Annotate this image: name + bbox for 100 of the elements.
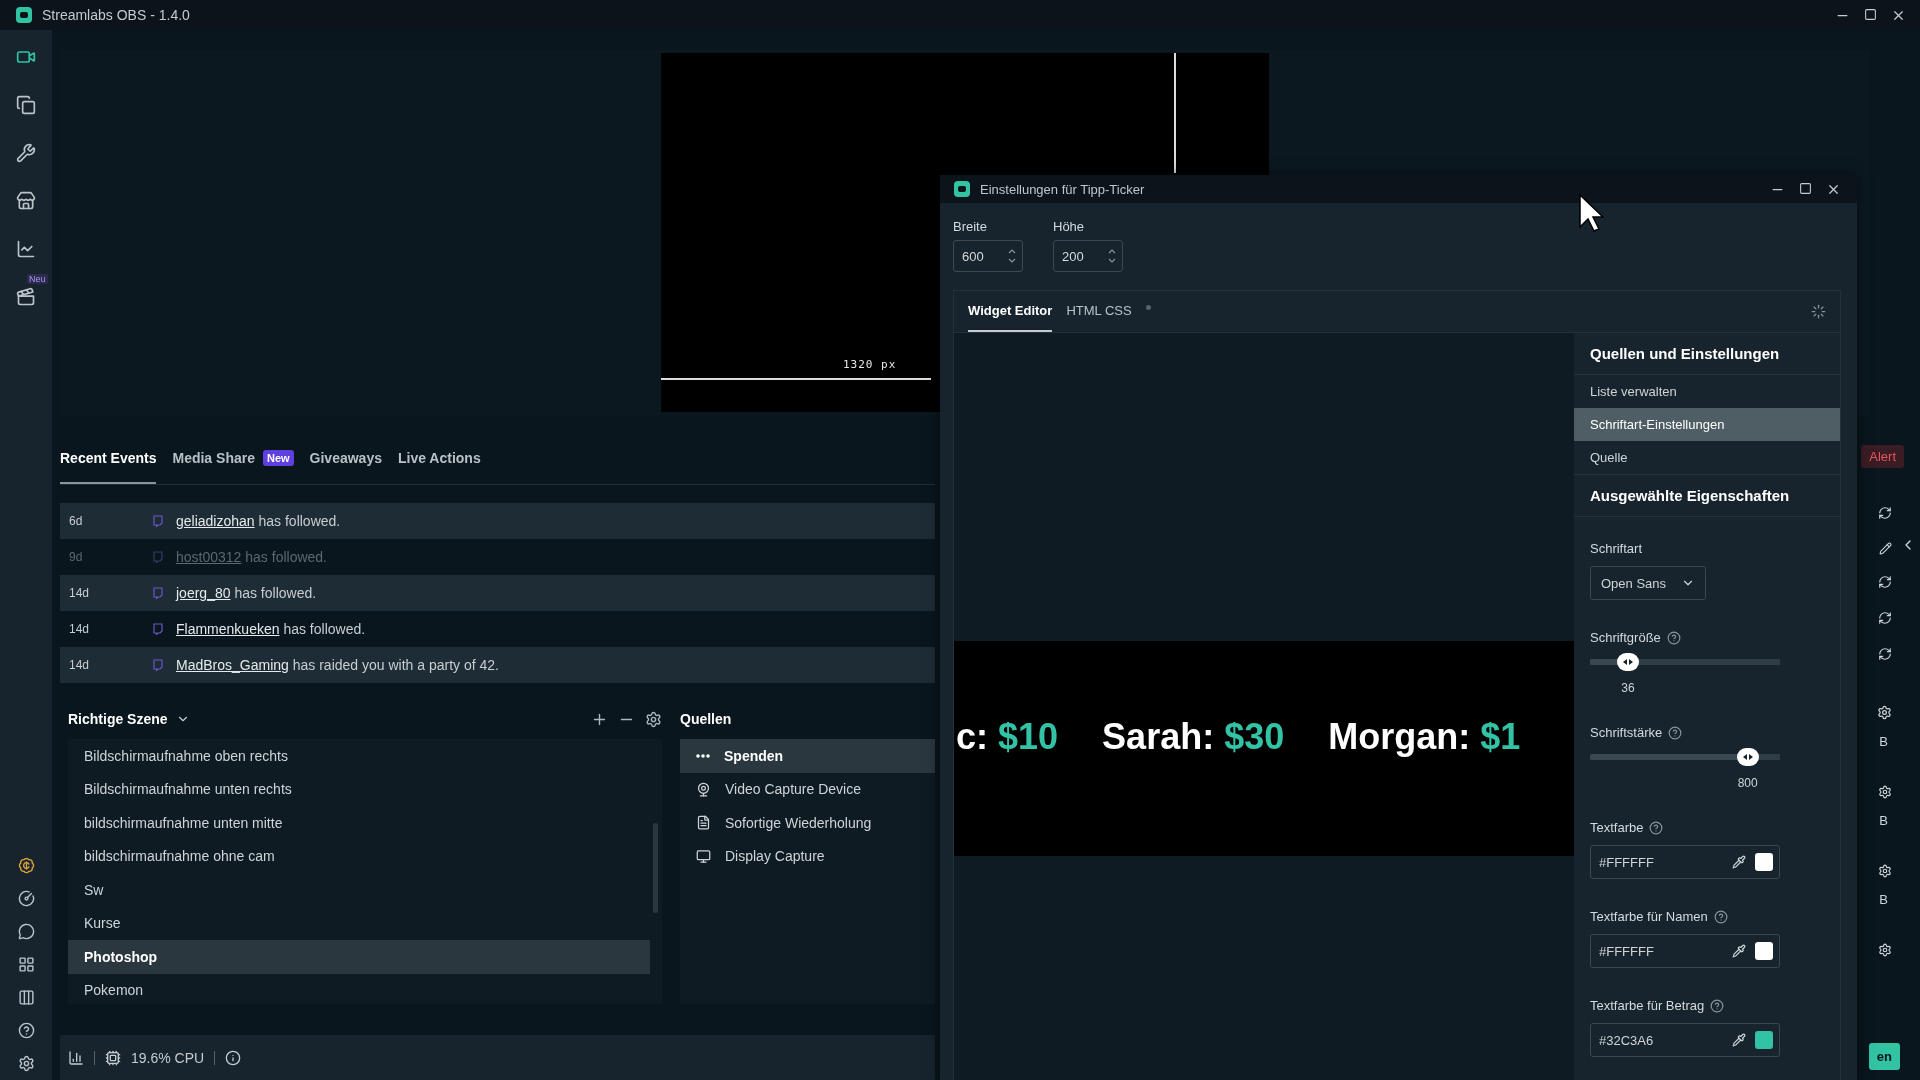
- line-chart-icon: [16, 239, 36, 259]
- ticker-entry: Sarah: $30: [1102, 715, 1285, 758]
- color-swatch[interactable]: [1755, 1031, 1773, 1049]
- font-select[interactable]: Open Sans: [1590, 566, 1706, 600]
- new-badge: New: [262, 450, 294, 466]
- slider-thumb[interactable]: [1736, 748, 1759, 766]
- event-tab[interactable]: Giveaways: [309, 450, 382, 484]
- eyedropper-icon[interactable]: [1732, 1033, 1746, 1047]
- settings-nav-item[interactable]: Liste verwalten: [1574, 375, 1840, 408]
- field-label: Textfarbe für Betrag: [1590, 998, 1705, 1013]
- help-icon[interactable]: [1713, 909, 1728, 924]
- event-tab[interactable]: Media Share New: [172, 450, 294, 484]
- scene-item[interactable]: Kurse: [68, 906, 650, 940]
- number-field[interactable]: 200: [1053, 240, 1123, 272]
- scene-item[interactable]: bildschirmaufnahme ohne cam: [68, 839, 650, 873]
- settings-nav-item[interactable]: Schriftart-Einstellungen: [1574, 408, 1840, 441]
- color-swatch[interactable]: [1755, 942, 1773, 960]
- source-item[interactable]: Sofortige Wiederholung: [680, 806, 935, 840]
- eyedropper-icon[interactable]: [1732, 855, 1746, 869]
- window-title: Streamlabs OBS - 1.4.0: [42, 7, 191, 23]
- user-link[interactable]: joerg_80: [176, 585, 231, 601]
- action-button[interactable]: en: [1868, 1043, 1900, 1070]
- settings-icon[interactable]: [1877, 705, 1892, 720]
- chat-bubble-icon: [152, 623, 164, 635]
- settings-icon[interactable]: [645, 710, 662, 728]
- source-item[interactable]: Video Capture Device: [680, 772, 935, 806]
- scene-selector[interactable]: Richtige Szene: [68, 711, 168, 727]
- refresh-icon[interactable]: [1878, 506, 1892, 520]
- gauge-icon: [17, 890, 35, 907]
- grid-icon: [17, 956, 35, 973]
- event-age: 6d: [69, 514, 84, 528]
- event-tab[interactable]: Recent Events: [60, 450, 157, 484]
- dots-icon: [696, 753, 710, 758]
- scene-item[interactable]: bildschirmaufnahme unten mitte: [68, 806, 650, 840]
- scene-item[interactable]: Pokemon: [68, 973, 650, 1004]
- nav-button[interactable]: [15, 94, 37, 116]
- webcam-icon: [696, 781, 711, 797]
- scene-item[interactable]: Sw: [68, 873, 650, 907]
- maximize-icon[interactable]: [1864, 7, 1877, 21]
- nav-button[interactable]: [15, 142, 37, 164]
- columns-icon: [17, 989, 35, 1006]
- scene-item[interactable]: Photoshop: [68, 940, 650, 974]
- field-label: Textfarbe: [1590, 820, 1644, 835]
- event-text: joerg_80 has followed.: [176, 585, 317, 601]
- color-swatch[interactable]: [1755, 853, 1773, 871]
- refresh-icon[interactable]: [1878, 575, 1892, 589]
- scene-item[interactable]: Bildschirmaufnahme unten rechts: [68, 772, 650, 806]
- nav-button[interactable]: [15, 238, 37, 260]
- user-link[interactable]: Flammenkueken: [176, 621, 280, 637]
- source-item[interactable]: Spenden: [680, 739, 935, 773]
- stats-icon[interactable]: [68, 1049, 84, 1066]
- help-icon[interactable]: [1668, 725, 1683, 740]
- chat-bubble-icon: [152, 587, 164, 599]
- color-field[interactable]: #32C3A6: [1590, 1023, 1780, 1057]
- help-icon[interactable]: [1666, 630, 1681, 645]
- field-label: Schriftart: [1590, 541, 1642, 556]
- pages-icon: [16, 95, 36, 115]
- scene-item[interactable]: Bildschirmaufnahme oben rechts: [68, 739, 650, 773]
- slider-value: 36: [1621, 681, 1635, 695]
- store-icon: [16, 191, 36, 211]
- spinner-icon[interactable]: [1108, 249, 1116, 263]
- chat-bubble-icon: [152, 515, 164, 527]
- event-text: host00312 has followed.: [176, 549, 327, 565]
- ruler-label: 1320 px: [843, 358, 897, 371]
- settings-icon[interactable]: [1878, 943, 1892, 957]
- ticker-entry: Morgan: $1: [1328, 715, 1521, 758]
- loading-icon: [1811, 304, 1826, 319]
- editor-tab[interactable]: HTML CSS: [1066, 303, 1132, 332]
- settings-icon[interactable]: [1878, 785, 1892, 799]
- nav-button[interactable]: [15, 190, 37, 212]
- monitor-icon: [696, 848, 711, 864]
- help-icon[interactable]: [1649, 820, 1664, 835]
- pencil-icon[interactable]: [1879, 542, 1892, 555]
- settings-icon: [17, 1055, 35, 1072]
- dot-icon: [1145, 305, 1151, 310]
- help-icon[interactable]: [1710, 998, 1725, 1013]
- refresh-icon[interactable]: [1878, 647, 1892, 661]
- number-field[interactable]: 600: [953, 240, 1023, 272]
- alert-button[interactable]: Alert: [1861, 445, 1904, 468]
- section-heading: Quellen und Einstellungen: [1574, 333, 1840, 375]
- source-item[interactable]: Display Capture: [680, 839, 935, 873]
- refresh-icon[interactable]: [1878, 611, 1892, 625]
- settings-icon[interactable]: [1878, 864, 1892, 878]
- user-link[interactable]: MadBros_Gaming: [176, 657, 289, 673]
- app-logo: [954, 181, 970, 197]
- dialog-title: Einstellungen für Tipp-Ticker: [980, 181, 1146, 197]
- field-label: Höhe: [1053, 219, 1086, 234]
- coin-icon: [17, 857, 35, 874]
- chat-bubble-icon: [152, 659, 164, 671]
- color-field[interactable]: #FFFFFF: [1590, 845, 1780, 879]
- info-icon[interactable]: [225, 1049, 242, 1066]
- user-link[interactable]: geliadizohan: [176, 513, 255, 529]
- event-age: 14d: [69, 658, 91, 672]
- spinner-icon[interactable]: [1008, 249, 1016, 263]
- settings-nav-item[interactable]: Quelle: [1574, 441, 1840, 474]
- slider-thumb[interactable]: [1617, 653, 1639, 671]
- event-tab[interactable]: Live Actions: [398, 450, 481, 484]
- color-field[interactable]: #FFFFFF: [1590, 934, 1780, 968]
- maximize-icon[interactable]: [1799, 181, 1812, 195]
- eyedropper-icon[interactable]: [1732, 944, 1746, 958]
